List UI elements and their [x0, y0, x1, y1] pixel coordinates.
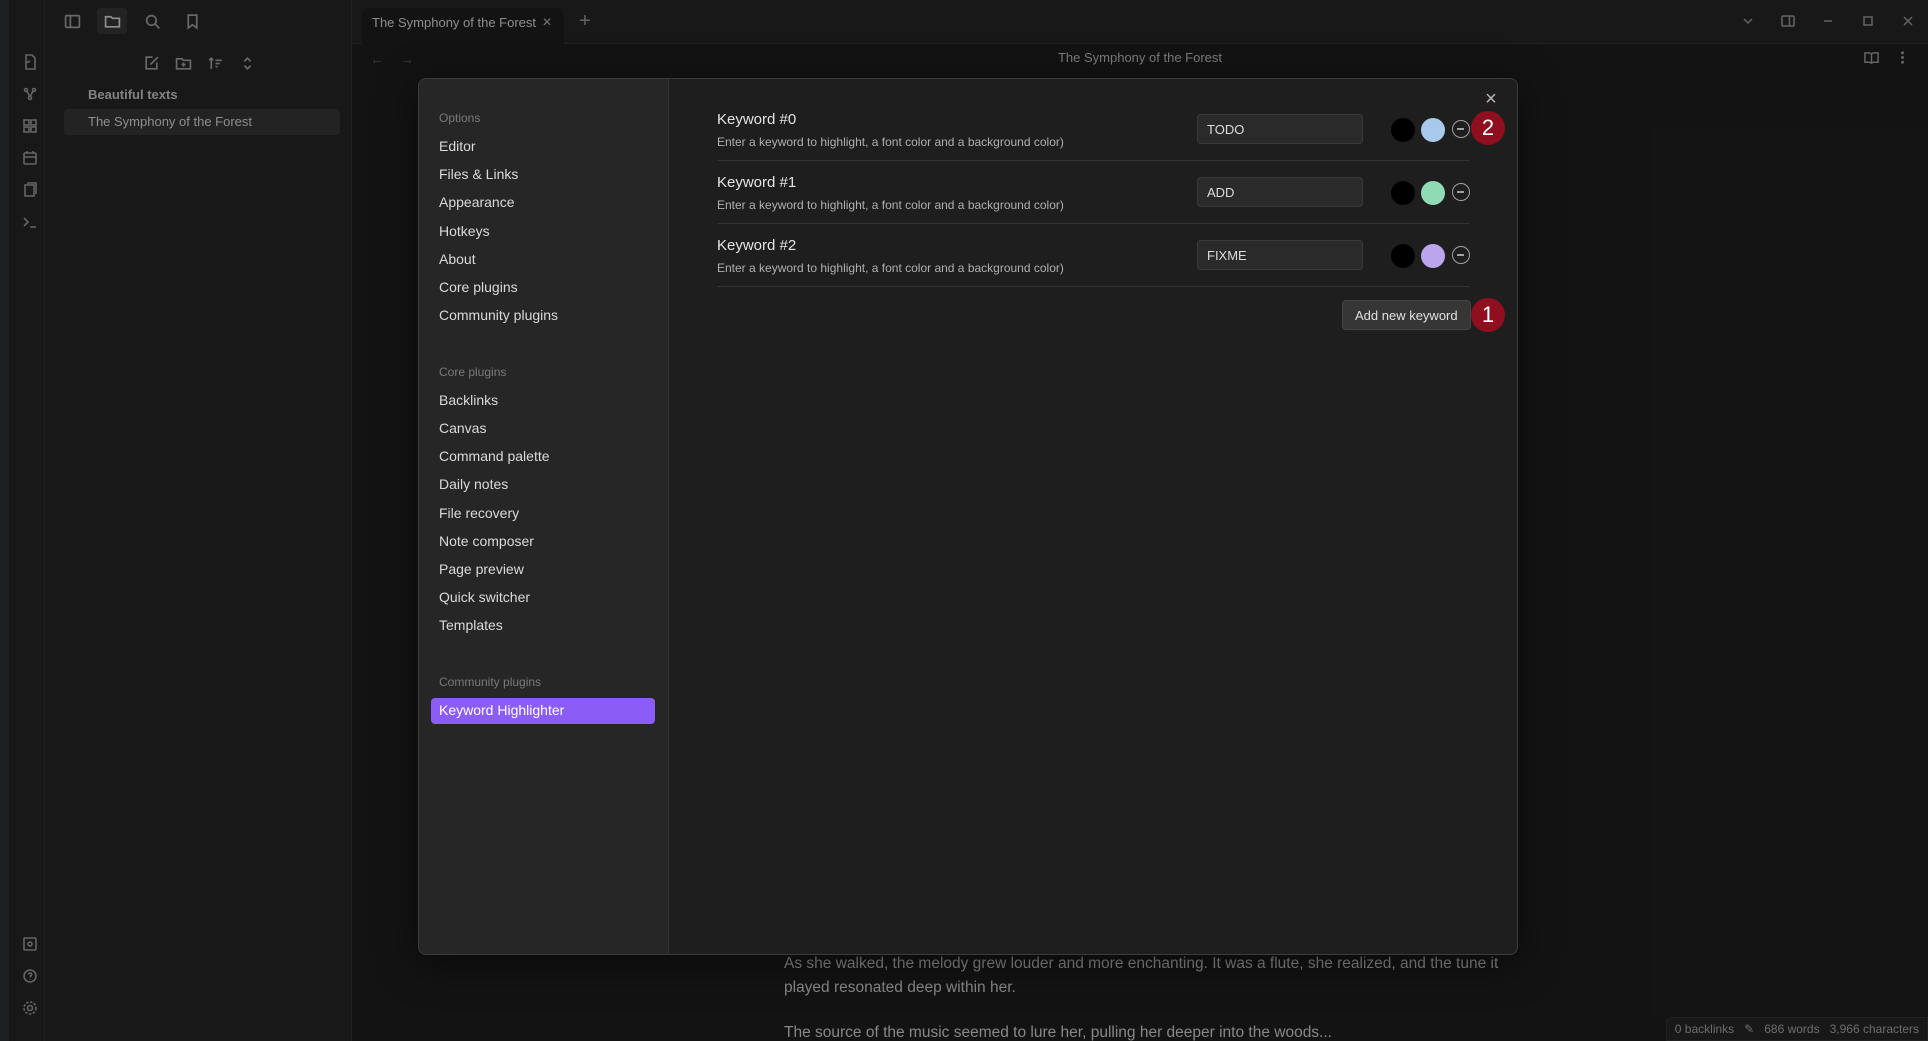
close-modal-icon[interactable]: ×	[1479, 87, 1503, 111]
keyword-input[interactable]	[1197, 240, 1363, 270]
annotation-marker-2: 2	[1471, 111, 1505, 145]
remove-keyword-icon[interactable]	[1452, 246, 1470, 264]
nav-note-composer[interactable]: Note composer	[431, 529, 655, 555]
nav-daily-notes[interactable]: Daily notes	[431, 472, 655, 498]
nav-hotkeys[interactable]: Hotkeys	[431, 219, 655, 245]
nav-quick-switcher[interactable]: Quick switcher	[431, 585, 655, 611]
nav-keyword-highlighter[interactable]: Keyword Highlighter	[431, 698, 655, 724]
nav-templates[interactable]: Templates	[431, 613, 655, 639]
options-group-title: Options	[439, 111, 481, 125]
nav-core-plugins[interactable]: Core plugins	[431, 275, 655, 301]
keyword-setting-1: Keyword #1 Enter a keyword to highlight,…	[717, 162, 1470, 224]
add-new-keyword-button[interactable]: Add new keyword	[1342, 300, 1471, 330]
keyword-name: Keyword #0	[717, 111, 797, 128]
nav-page-preview[interactable]: Page preview	[431, 557, 655, 583]
font-color-swatch[interactable]	[1391, 244, 1415, 268]
background-color-swatch[interactable]	[1421, 244, 1445, 268]
nav-community-plugins[interactable]: Community plugins	[431, 303, 655, 329]
nav-appearance[interactable]: Appearance	[431, 190, 655, 216]
font-color-swatch[interactable]	[1391, 181, 1415, 205]
annotation-marker-1: 1	[1471, 298, 1505, 332]
remove-keyword-icon[interactable]	[1452, 120, 1470, 138]
keyword-setting-0: Keyword #0 Enter a keyword to highlight,…	[717, 99, 1470, 161]
keyword-input[interactable]	[1197, 177, 1363, 207]
keyword-name: Keyword #1	[717, 174, 797, 191]
keyword-description: Enter a keyword to highlight, a font col…	[717, 261, 1064, 275]
background-color-swatch[interactable]	[1421, 118, 1445, 142]
background-color-swatch[interactable]	[1421, 181, 1445, 205]
font-color-swatch[interactable]	[1391, 118, 1415, 142]
community-plugins-group-title: Community plugins	[439, 675, 542, 689]
nav-editor[interactable]: Editor	[431, 134, 655, 160]
keyword-description: Enter a keyword to highlight, a font col…	[717, 198, 1064, 212]
nav-files-links[interactable]: Files & Links	[431, 162, 655, 188]
core-plugins-group-title: Core plugins	[439, 365, 507, 379]
settings-modal: Options Editor Files & Links Appearance …	[418, 78, 1518, 955]
nav-about[interactable]: About	[431, 247, 655, 273]
nav-file-recovery[interactable]: File recovery	[431, 501, 655, 527]
remove-keyword-icon[interactable]	[1452, 183, 1470, 201]
keyword-description: Enter a keyword to highlight, a font col…	[717, 135, 1064, 149]
keyword-input[interactable]	[1197, 114, 1363, 144]
settings-nav: Options Editor Files & Links Appearance …	[419, 79, 669, 954]
keyword-name: Keyword #2	[717, 237, 797, 254]
nav-canvas[interactable]: Canvas	[431, 416, 655, 442]
nav-backlinks[interactable]: Backlinks	[431, 388, 655, 414]
keyword-setting-2: Keyword #2 Enter a keyword to highlight,…	[717, 225, 1470, 287]
nav-command-palette[interactable]: Command palette	[431, 444, 655, 470]
